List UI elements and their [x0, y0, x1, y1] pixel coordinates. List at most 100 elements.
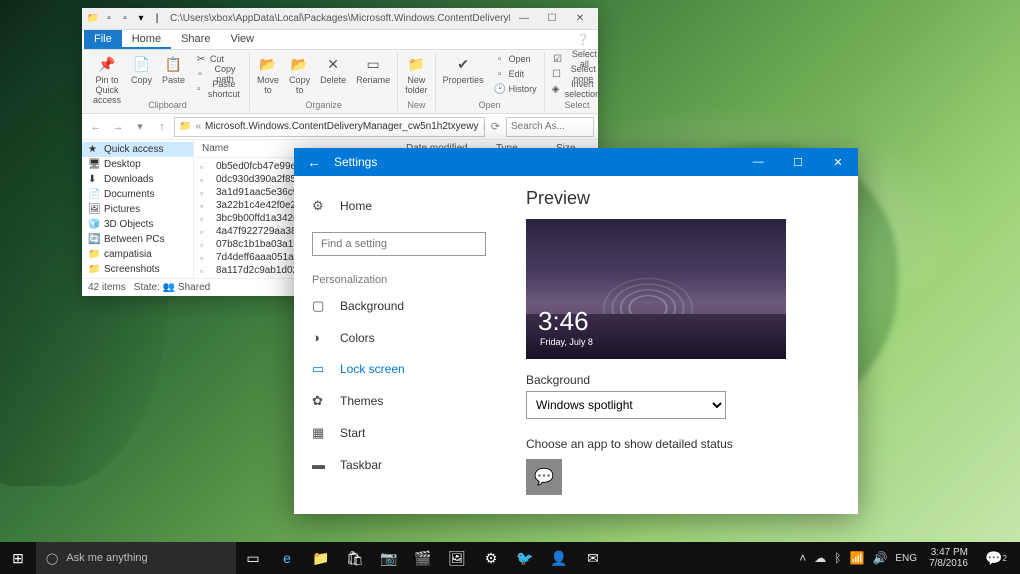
onedrive-icon[interactable]: ☁ [814, 551, 826, 565]
settings-titlebar[interactable]: ← Settings — ☐ ✕ [294, 148, 858, 176]
open-group-label: Open [479, 100, 501, 111]
gear-icon: ⚙ [312, 198, 328, 214]
settings-icon[interactable]: ⚙ [474, 542, 508, 574]
maximize-button[interactable]: ☐ [778, 148, 818, 176]
nav-back-icon[interactable]: ← [86, 117, 106, 137]
nav-item[interactable]: 📁campatisia [82, 247, 193, 262]
breadcrumb[interactable]: 📁 « Microsoft.Windows.ContentDeliveryMan… [174, 117, 485, 137]
store-icon[interactable]: 🛍 [338, 542, 372, 574]
twitter-icon[interactable]: 🐦 [508, 542, 542, 574]
nav-item[interactable]: 🧊3D Objects [82, 217, 193, 232]
nav-item[interactable]: ★Quick access [82, 142, 193, 157]
action-center-icon[interactable]: 💬2 [980, 542, 1012, 574]
breadcrumb-0[interactable]: Microsoft.Windows.ContentDeliveryManager… [205, 121, 478, 132]
nav-item-icon: 📁 [88, 264, 100, 275]
photos-icon[interactable]: 🖼 [440, 542, 474, 574]
language-indicator[interactable]: ENG [895, 553, 917, 564]
background-label: Background [526, 373, 836, 387]
sidebar-item-taskbar[interactable]: ▬Taskbar [294, 449, 504, 480]
people-icon[interactable]: 👤 [542, 542, 576, 574]
delete-button[interactable]: ✕Delete [317, 52, 349, 87]
sidebar-item-lock-screen[interactable]: ▭Lock screen [294, 353, 504, 385]
nav-item[interactable]: 🖼Pictures [82, 202, 193, 217]
edit-button[interactable]: ▫Edit [491, 67, 540, 81]
search-placeholder: Ask me anything [66, 552, 147, 564]
move-to-button[interactable]: 📂Move to [254, 52, 282, 97]
qat-properties-icon[interactable]: ▫ [102, 12, 116, 26]
invert-selection-button[interactable]: ◈Invert selection [549, 82, 606, 96]
close-button[interactable]: ✕ [566, 9, 594, 29]
paste-button[interactable]: 📋Paste [159, 52, 188, 87]
folder-icon: 📁 [86, 12, 100, 26]
sidebar-item-themes[interactable]: ✿Themes [294, 385, 504, 417]
status-app-button[interactable]: 💬 [526, 459, 562, 495]
nav-item[interactable]: ⬇Downloads [82, 172, 193, 187]
settings-sidebar: ⚙Home Personalization ▢Background◑Colors… [294, 176, 504, 514]
minimize-button[interactable]: — [738, 148, 778, 176]
nav-up-icon[interactable]: ↑ [152, 117, 172, 137]
qat-new-icon[interactable]: ▫ [118, 12, 132, 26]
cortana-search[interactable]: ◯ Ask me anything [36, 542, 236, 574]
start-button[interactable]: ⊞ [0, 542, 36, 574]
sidebar-item-icon: ▦ [312, 425, 328, 441]
movies-icon[interactable]: 🎬 [406, 542, 440, 574]
explorer-titlebar[interactable]: 📁 ▫ ▫ ▾ | C:\Users\xbox\AppData\Local\Pa… [82, 8, 598, 30]
tab-file[interactable]: File [84, 30, 122, 49]
nav-forward-icon[interactable]: → [108, 117, 128, 137]
edge-icon[interactable]: e [270, 542, 304, 574]
nav-item-label: 3D Objects [104, 219, 153, 230]
file-icon: ▫ [200, 162, 212, 172]
preview-date: Friday, July 8 [540, 337, 593, 347]
sidebar-home[interactable]: ⚙Home [294, 188, 504, 224]
cortana-icon: ◯ [46, 552, 58, 565]
nav-item[interactable]: 🖥Desktop [82, 157, 193, 172]
explorer-icon[interactable]: 📁 [304, 542, 338, 574]
sidebar-item-label: Start [340, 426, 365, 440]
nav-item[interactable]: 📁 Screenshots [82, 262, 193, 277]
settings-search-input[interactable] [312, 232, 486, 256]
nav-item[interactable]: 📁System32 [82, 277, 193, 278]
open-button[interactable]: ▫Open [491, 52, 540, 66]
qat-dropdown-icon[interactable]: ▾ [134, 12, 148, 26]
file-icon: ▫ [200, 188, 212, 198]
camera-icon[interactable]: 📷 [372, 542, 406, 574]
ribbon-help-icon[interactable]: ❔ [568, 30, 598, 49]
tray-chevron-icon[interactable]: ˄ [799, 551, 806, 565]
copy-to-button[interactable]: 📂Copy to [286, 52, 313, 97]
nav-pane: ★Quick access🖥Desktop⬇Downloads📄Document… [82, 140, 194, 278]
file-icon: ▫ [200, 214, 212, 224]
properties-button[interactable]: ✔Properties [440, 52, 487, 87]
rename-button[interactable]: ▭Rename [353, 52, 393, 87]
nav-item-label: Screenshots [104, 264, 160, 275]
background-select[interactable]: Windows spotlight [526, 391, 726, 419]
settings-main: Preview 3:46 Friday, July 8 Background W… [504, 176, 858, 514]
taskbar-clock[interactable]: 3:47 PM 7/8/2016 [925, 547, 972, 569]
history-button[interactable]: 🕑History [491, 82, 540, 96]
tab-home[interactable]: Home [122, 30, 171, 49]
new-folder-button[interactable]: 📁New folder [402, 52, 431, 97]
bluetooth-icon[interactable]: ᛒ [834, 551, 841, 565]
paste-shortcut-button[interactable]: ▫Paste shortcut [192, 82, 245, 96]
refresh-icon[interactable]: ⟳ [487, 120, 504, 133]
task-view-icon[interactable]: ▭ [236, 542, 270, 574]
copy-button[interactable]: 📄Copy [128, 52, 155, 87]
sidebar-item-background[interactable]: ▢Background [294, 290, 504, 322]
close-button[interactable]: ✕ [818, 148, 858, 176]
sidebar-item-label: Colors [340, 331, 375, 345]
maximize-button[interactable]: ☐ [538, 9, 566, 29]
explorer-search-input[interactable] [506, 117, 594, 137]
wifi-icon[interactable]: 📶 [849, 551, 864, 565]
mail-icon[interactable]: ✉ [576, 542, 610, 574]
pin-quick-access-button[interactable]: 📌Pin to Quick access [90, 52, 124, 107]
nav-item[interactable]: 📄Documents [82, 187, 193, 202]
minimize-button[interactable]: — [510, 9, 538, 29]
nav-item[interactable]: 🔄Between PCs [82, 232, 193, 247]
tab-view[interactable]: View [220, 30, 264, 49]
clipboard-group-label: Clipboard [148, 100, 187, 111]
nav-history-icon[interactable]: ▾ [130, 117, 150, 137]
tab-share[interactable]: Share [171, 30, 220, 49]
sidebar-item-colors[interactable]: ◑Colors [294, 322, 504, 353]
back-button[interactable]: ← [294, 154, 334, 170]
volume-icon[interactable]: 🔊 [872, 551, 887, 565]
sidebar-item-start[interactable]: ▦ Start [294, 417, 504, 449]
